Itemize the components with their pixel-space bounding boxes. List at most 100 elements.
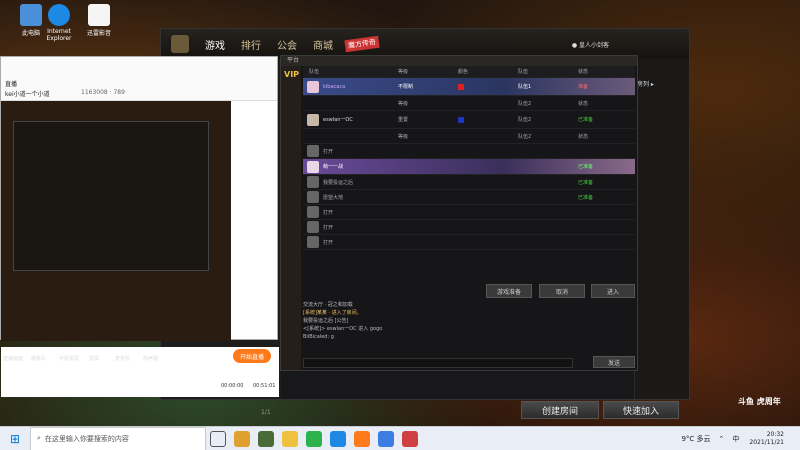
- chat-line: [系统]某某 · 进入了房间。: [303, 310, 362, 316]
- chat-app-icon[interactable]: [306, 430, 322, 447]
- room-title: 平台: [281, 56, 637, 66]
- video-player-icon: [88, 4, 110, 26]
- internet-explorer-icon: [48, 4, 70, 26]
- header-color: 颜色: [458, 69, 469, 75]
- table-row[interactable]: 打开: [303, 205, 635, 220]
- app-icon[interactable]: [234, 430, 250, 447]
- player-status: 准备: [578, 84, 589, 90]
- streaming-app-window: 直播 kei小道一个小道 1163008 · 789 直播画面 摄像头 手机投屏…: [0, 56, 279, 397]
- input-language[interactable]: 中: [732, 434, 739, 444]
- send-button[interactable]: 发送: [593, 356, 635, 368]
- player-name: 打开: [323, 239, 334, 246]
- chevron-up-icon[interactable]: ⌃: [719, 435, 725, 443]
- table-row[interactable]: eswlan一OC 重置 队伍2 已准备: [303, 111, 635, 129]
- weather-widget[interactable]: 9°C 多云: [681, 434, 710, 444]
- chat-input[interactable]: [303, 358, 573, 368]
- right-panel-label: 房列 ▸: [637, 81, 654, 88]
- search-input[interactable]: ⌕ 在这里输入你要搜索的内容: [30, 426, 206, 450]
- stream-app-icon[interactable]: [354, 430, 370, 447]
- windows-start-icon[interactable]: ⊞: [0, 427, 30, 450]
- control-mic[interactable]: 麦克风: [115, 355, 130, 362]
- player-team: 队伍2: [518, 100, 532, 107]
- music-icon[interactable]: [402, 430, 418, 447]
- player-status: 已准备: [578, 179, 594, 186]
- vip-label: VIP: [284, 70, 300, 79]
- browser-icon[interactable]: [378, 430, 394, 447]
- player-status: 已准备: [578, 117, 594, 123]
- game-app-icon[interactable]: [258, 430, 274, 447]
- table-row[interactable]: 萌一一战 已准备: [303, 159, 635, 175]
- player-level: 重置: [398, 117, 409, 123]
- player-level: 等级: [398, 100, 409, 107]
- chat-log: 交流大厅 · 冠之和加载 [系统]某某 · 进入了房间。 我要投运之后 [公告]…: [303, 301, 635, 356]
- create-room-button[interactable]: 创建房间: [521, 401, 599, 419]
- media-icon[interactable]: [330, 430, 346, 447]
- tab-rank[interactable]: 排行: [241, 37, 261, 52]
- stream-controls: 直播画面 摄像头 手机投屏 投屏 麦克风 扬声器 开始直播 00:00:00 0…: [1, 347, 279, 397]
- table-row[interactable]: 我要投运之后 已准备: [303, 175, 635, 190]
- control-camera[interactable]: 摄像头: [31, 355, 46, 362]
- stream-preview: [1, 101, 231, 341]
- avatar: [307, 80, 319, 93]
- color-swatch: [458, 116, 464, 123]
- avatar: [307, 176, 319, 188]
- player-team: 队伍2: [518, 133, 532, 140]
- cancel-button[interactable]: 取消: [539, 284, 585, 298]
- avatar: [307, 206, 319, 218]
- clock-date: 2021/11/21: [749, 438, 784, 446]
- event-badge[interactable]: 魔方传奇: [344, 35, 380, 53]
- control-speaker[interactable]: 扬声器: [143, 355, 158, 362]
- player-name: 萌一一战: [323, 164, 344, 170]
- stream-subtitle: kei小道一个小道: [5, 91, 50, 98]
- table-row[interactable]: 打开: [303, 235, 635, 250]
- player-name: 打开: [323, 224, 334, 231]
- table-row[interactable]: 等级 队伍2 状态: [303, 129, 635, 144]
- folder-icon[interactable]: [282, 430, 298, 447]
- player-status: 状态: [578, 100, 589, 107]
- control-scene[interactable]: 直播画面: [3, 355, 23, 362]
- tab-shop[interactable]: 商城: [313, 37, 333, 52]
- enter-button[interactable]: 进入: [591, 284, 635, 298]
- avatar: [307, 221, 319, 233]
- table-row[interactable]: kibacaca 不限制 队伍1 准备: [303, 78, 635, 96]
- table-row[interactable]: 打开: [303, 144, 635, 159]
- quick-join-button[interactable]: 快速加入: [603, 401, 679, 419]
- table-row[interactable]: 愿望大地 已准备: [303, 190, 635, 205]
- search-icon: ⌕: [37, 434, 41, 442]
- table-row[interactable]: 打开: [303, 220, 635, 235]
- go-live-button[interactable]: 开始直播: [233, 349, 271, 363]
- search-placeholder: 在这里输入你要搜索的内容: [44, 434, 129, 443]
- player-name: 我要投运之后: [323, 179, 354, 186]
- header-team: 队伍: [309, 69, 320, 75]
- stream-header: 直播 kei小道一个小道 1163008 · 789: [1, 57, 277, 101]
- task-view-icon[interactable]: [210, 430, 226, 447]
- player-team: 队伍1: [518, 84, 532, 90]
- table-header: 队伍 等级 颜色 队伍 状态: [303, 66, 635, 78]
- player-name: 打开: [323, 148, 334, 155]
- player-table: 队伍 等级 颜色 队伍 状态 kibacaca 不限制 队伍1 准备 等级 队伍…: [303, 66, 635, 250]
- player-status: 已准备: [578, 164, 594, 170]
- stream-title: 直播: [5, 81, 18, 88]
- control-cast[interactable]: 投屏: [89, 355, 99, 362]
- header-status: 状态: [578, 69, 589, 75]
- game-logo-icon: [171, 35, 189, 53]
- desktop-icon-player[interactable]: 迅雷影音: [74, 4, 124, 37]
- elapsed-time: 00:00:00: [221, 383, 244, 389]
- user-name[interactable]: ● 皇人小剑客: [572, 40, 609, 49]
- table-row[interactable]: 等级 队伍2 状态: [303, 96, 635, 111]
- game-right-panel: 房列 ▸: [634, 59, 689, 399]
- avatar: [307, 113, 319, 126]
- tab-game[interactable]: 游戏: [205, 37, 225, 52]
- tab-guild[interactable]: 公会: [277, 37, 297, 52]
- player-name: 打开: [323, 209, 334, 216]
- avatar: [307, 236, 319, 248]
- ready-button[interactable]: 游戏准备: [486, 284, 532, 298]
- control-phone-cast[interactable]: 手机投屏: [59, 355, 79, 362]
- clock[interactable]: 20:32 2021/11/21: [749, 431, 784, 447]
- chat-line: <[系统]> eswlan一OC 进入 gogo: [303, 326, 383, 332]
- player-status: 状态: [578, 133, 589, 140]
- clock-time: 20:32: [766, 430, 784, 438]
- page-indicator: 1/1: [261, 409, 271, 416]
- player-name: kibacaca: [323, 83, 346, 90]
- player-level: 等级: [398, 133, 409, 140]
